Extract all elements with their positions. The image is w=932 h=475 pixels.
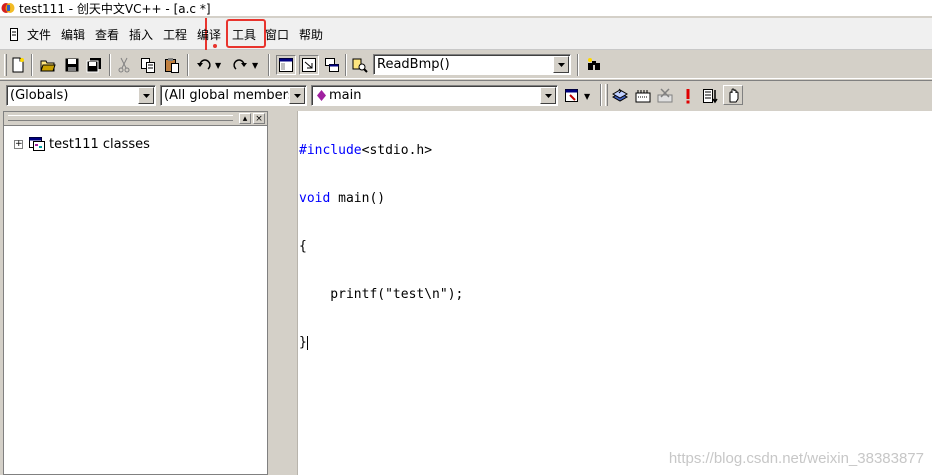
pane-restore-icon[interactable]: ▴	[239, 113, 251, 124]
code-keyword: #include	[299, 143, 362, 158]
members-combo-value: (All global members	[164, 88, 289, 103]
toolbar-grip[interactable]	[4, 54, 7, 76]
menu-project[interactable]: 工程	[160, 26, 190, 44]
cut-icon[interactable]	[114, 55, 134, 75]
redo-icon[interactable]	[230, 55, 250, 75]
wizard-dropdown-icon[interactable]: ▼	[584, 92, 590, 101]
window-list-icon[interactable]	[322, 55, 342, 75]
toolbar-separator	[268, 54, 270, 76]
scope-combo-value: (Globals)	[10, 88, 69, 103]
breakpoint-icon[interactable]	[723, 85, 743, 105]
menu-help[interactable]: 帮助	[296, 26, 326, 44]
find-icon[interactable]	[584, 55, 604, 75]
workspace-pane: ▴ × + test111 classes	[3, 111, 268, 475]
code-text: main()	[330, 191, 386, 206]
menu-bar-icon	[10, 28, 18, 41]
execute-icon[interactable]	[678, 86, 698, 106]
toolbar-separator	[109, 54, 111, 76]
new-file-icon[interactable]	[8, 55, 28, 75]
class-view-icon	[29, 137, 45, 151]
tree-item-classes[interactable]: + test111 classes	[14, 136, 150, 152]
redo-dropdown-icon[interactable]: ▼	[252, 61, 258, 70]
code-line: printf("test\n");	[299, 287, 463, 303]
pane-grip[interactable]	[8, 115, 233, 121]
workspace-pane-header: ▴ ×	[4, 112, 267, 126]
watermark: https://blog.csdn.net/weixin_38383877	[668, 450, 924, 467]
menu-bar: 文件 编辑 查看 插入 工程 编译 工具 窗口 帮助	[0, 18, 932, 50]
toolbar-separator	[345, 54, 347, 76]
save-icon[interactable]	[62, 55, 82, 75]
code-text: {	[299, 239, 307, 254]
code-line: #include<stdio.h>	[299, 143, 463, 159]
output-icon[interactable]	[299, 55, 319, 75]
compile-icon[interactable]	[610, 86, 630, 106]
toolbar-separator	[31, 54, 33, 76]
menu-edit[interactable]: 编辑	[58, 26, 88, 44]
text-caret	[306, 335, 308, 350]
toolbar-separator	[187, 54, 189, 76]
menu-file[interactable]: 文件	[24, 26, 54, 44]
code-line: }	[299, 335, 463, 351]
go-icon[interactable]	[700, 86, 720, 106]
code-text: }	[299, 335, 307, 350]
copy-icon[interactable]	[138, 55, 158, 75]
code-editor[interactable]: #include<stdio.h> void main() { printf("…	[278, 111, 932, 475]
undo-icon[interactable]	[194, 55, 214, 75]
code-content[interactable]: #include<stdio.h> void main() { printf("…	[299, 111, 463, 383]
pane-close-icon[interactable]: ×	[253, 113, 265, 124]
pane-splitter[interactable]	[268, 111, 278, 475]
workspace-icon[interactable]	[276, 55, 296, 75]
scope-combo[interactable]: (Globals)	[6, 85, 156, 106]
chevron-down-icon[interactable]	[289, 87, 305, 104]
build-icon[interactable]	[633, 86, 653, 106]
find-combo[interactable]: ReadBmp()	[373, 54, 571, 75]
editor-gutter[interactable]	[278, 111, 298, 475]
toolbar-grip[interactable]	[605, 84, 608, 106]
open-folder-icon[interactable]	[38, 55, 58, 75]
save-all-icon[interactable]	[84, 55, 104, 75]
chevron-down-icon[interactable]	[540, 87, 556, 104]
standard-toolbar: ▼ ▼ ReadBmp()	[0, 51, 932, 79]
tree-item-label: test111 classes	[49, 136, 150, 152]
menu-insert[interactable]: 插入	[126, 26, 156, 44]
code-text: printf("test\n");	[299, 287, 464, 302]
code-text: <stdio.h>	[361, 143, 433, 158]
tree-expand-icon[interactable]: +	[14, 139, 23, 149]
chevron-down-icon[interactable]	[138, 87, 154, 104]
code-keyword: void	[299, 191, 331, 206]
menu-window[interactable]: 窗口	[262, 26, 292, 44]
toolbar-separator	[600, 84, 602, 106]
app-logo-icon	[1, 3, 15, 13]
members-combo[interactable]: (All global members	[160, 85, 307, 106]
toolbar-separator	[577, 54, 579, 76]
find-combo-value: ReadBmp()	[377, 57, 450, 72]
vc-ide-window: test111 - 创天中文VC++ - [a.c *] 文件 编辑 查看 插入…	[0, 0, 932, 475]
menu-tools-highlight	[226, 19, 266, 48]
annotation-dot	[213, 44, 217, 48]
menu-build[interactable]: 编译	[194, 26, 224, 44]
code-line: void main()	[299, 191, 463, 207]
function-combo-value: main	[329, 88, 362, 103]
title-bar: test111 - 创天中文VC++ - [a.c *]	[0, 0, 932, 16]
window-title: test111 - 创天中文VC++ - [a.c *]	[19, 1, 211, 16]
wizard-toolbar: (Globals) (All global members main ▼	[0, 80, 932, 110]
paste-icon[interactable]	[162, 55, 182, 75]
undo-dropdown-icon[interactable]: ▼	[215, 61, 221, 70]
wizard-action-icon[interactable]	[562, 86, 582, 106]
stop-build-icon[interactable]	[655, 86, 675, 106]
menu-view[interactable]: 查看	[92, 26, 122, 44]
chevron-down-icon[interactable]	[553, 56, 569, 73]
method-icon	[317, 90, 326, 101]
find-in-files-icon[interactable]	[350, 55, 370, 75]
function-combo[interactable]: main	[311, 85, 558, 106]
code-line: {	[299, 239, 463, 255]
